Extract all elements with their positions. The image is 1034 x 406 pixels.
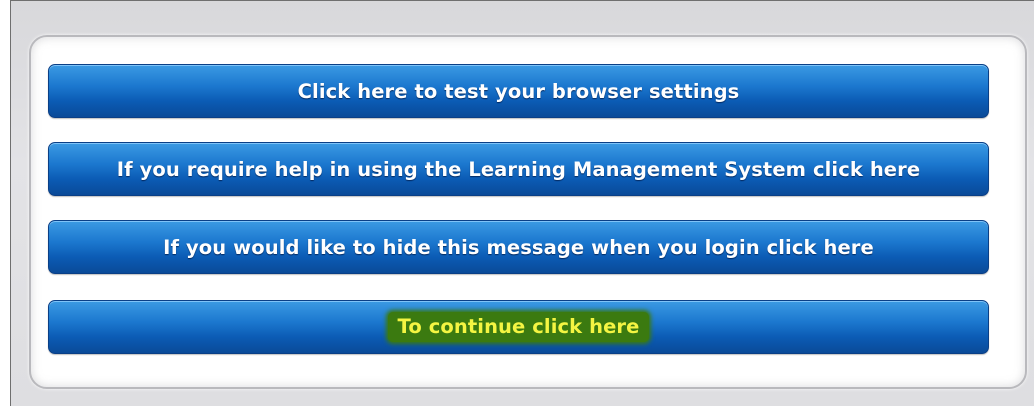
continue-button[interactable]: To continue click here — [48, 300, 989, 354]
test-browser-settings-label: Click here to test your browser settings — [297, 79, 740, 103]
hide-message-button[interactable]: If you would like to hide this message w… — [48, 220, 989, 274]
hide-message-label: If you would like to hide this message w… — [163, 235, 874, 259]
continue-label: To continue click here — [387, 312, 650, 342]
lms-help-label: If you require help in using the Learnin… — [116, 157, 921, 181]
test-browser-settings-button[interactable]: Click here to test your browser settings — [48, 64, 989, 118]
lms-help-button[interactable]: If you require help in using the Learnin… — [48, 142, 989, 196]
